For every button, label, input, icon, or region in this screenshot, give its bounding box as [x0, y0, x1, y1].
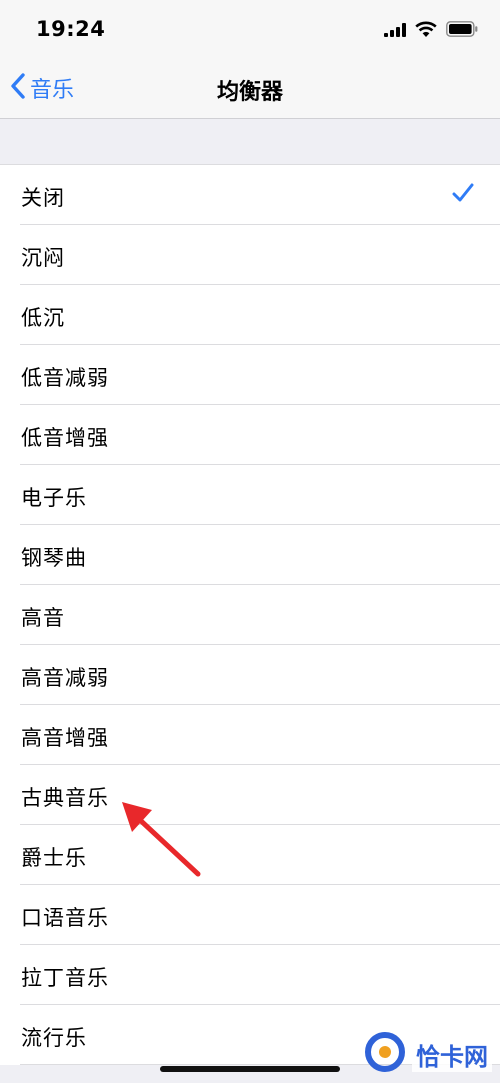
- equalizer-options-list: 关闭沉闷低沉低音减弱低音增强电子乐钢琴曲高音高音减弱高音增强古典音乐爵士乐口语音…: [0, 164, 500, 1065]
- equalizer-option-label: 古典音乐: [21, 786, 109, 810]
- equalizer-option-row[interactable]: 高音增强: [0, 705, 500, 765]
- equalizer-option-label: 高音增强: [21, 726, 109, 750]
- equalizer-option-label: 拉丁音乐: [21, 966, 109, 990]
- equalizer-option-row[interactable]: 爵士乐: [0, 825, 500, 885]
- equalizer-option-label: 高音减弱: [21, 666, 109, 690]
- equalizer-option-row[interactable]: 古典音乐: [0, 765, 500, 825]
- status-bar: 19:24: [0, 0, 500, 58]
- page-title: 均衡器: [216, 80, 283, 105]
- battery-icon: [446, 21, 478, 41]
- cellular-signal-icon: [384, 22, 406, 41]
- status-time: 19:24: [36, 17, 106, 41]
- equalizer-option-row[interactable]: 沉闷: [0, 225, 500, 285]
- equalizer-option-row[interactable]: 低沉: [0, 285, 500, 345]
- equalizer-option-label: 低音减弱: [21, 366, 109, 390]
- wifi-icon: [415, 21, 437, 41]
- home-indicator: [160, 1066, 340, 1072]
- status-icons: [384, 20, 478, 42]
- equalizer-option-label: 流行乐: [21, 1026, 87, 1050]
- equalizer-option-label: 关闭: [21, 186, 65, 210]
- equalizer-option-label: 钢琴曲: [21, 546, 87, 570]
- equalizer-option-label: 爵士乐: [21, 846, 87, 870]
- annotation-arrow-icon: [122, 802, 201, 877]
- checkmark-icon: [452, 182, 474, 208]
- equalizer-option-label: 低沉: [21, 306, 65, 330]
- watermark: 恰卡网: [364, 1030, 492, 1078]
- watermark-logo-icon: [364, 1031, 406, 1077]
- equalizer-option-label: 高音: [21, 606, 65, 630]
- equalizer-option-row[interactable]: 高音减弱: [0, 645, 500, 705]
- equalizer-option-row[interactable]: 关闭: [0, 165, 500, 225]
- watermark-text: 恰卡网: [412, 1036, 492, 1072]
- equalizer-option-label: 低音增强: [21, 426, 109, 450]
- equalizer-option-label: 电子乐: [21, 486, 87, 510]
- equalizer-option-row[interactable]: 低音增强: [0, 405, 500, 465]
- navigation-bar: 音乐 均衡器: [0, 58, 500, 119]
- equalizer-option-row[interactable]: 低音减弱: [0, 345, 500, 405]
- equalizer-option-label: 沉闷: [21, 246, 65, 270]
- equalizer-option-row[interactable]: 电子乐: [0, 465, 500, 525]
- equalizer-option-row[interactable]: 高音: [0, 585, 500, 645]
- equalizer-option-row[interactable]: 拉丁音乐: [0, 945, 500, 1005]
- equalizer-option-row[interactable]: 钢琴曲: [0, 525, 500, 585]
- equalizer-option-row[interactable]: 口语音乐: [0, 885, 500, 945]
- equalizer-option-label: 口语音乐: [21, 906, 109, 930]
